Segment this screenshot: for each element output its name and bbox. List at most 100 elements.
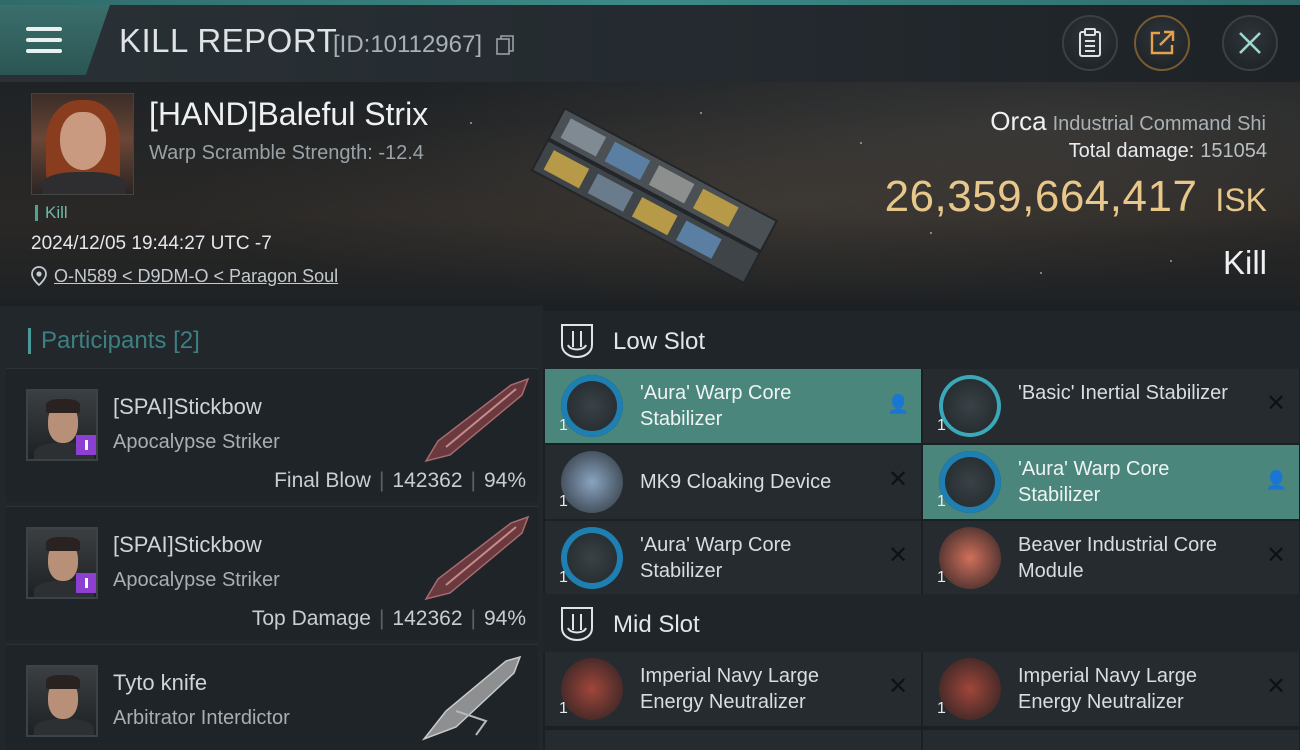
module-item-partial[interactable] bbox=[545, 730, 921, 750]
isk-unit: ISK bbox=[1215, 182, 1267, 218]
star bbox=[470, 122, 472, 124]
module-name: 'Aura' Warp Core Stabilizer bbox=[640, 534, 792, 582]
participant-percent: 94% bbox=[483, 469, 526, 492]
header-bar: KILL REPORT [ID:10112967] bbox=[0, 0, 1300, 82]
module-item-partial[interactable] bbox=[923, 730, 1299, 750]
participant-card[interactable]: [SPAI]Stickbow Apocalypse Striker Final … bbox=[6, 368, 538, 502]
module-name: 'Aura' Warp Core Stabilizer bbox=[640, 382, 792, 430]
participant-role: Top Damage bbox=[251, 607, 371, 630]
energy-neutralizer-icon bbox=[561, 658, 623, 720]
apocalypse-ship-icon bbox=[424, 377, 530, 463]
warp-core-stabilizer-icon bbox=[561, 375, 623, 437]
mid-slot-title: Mid Slot bbox=[613, 611, 700, 638]
participant-ship: Arbitrator Interdictor bbox=[113, 707, 290, 729]
module-quantity: 1 bbox=[937, 569, 946, 586]
module-quantity: 1 bbox=[559, 493, 568, 510]
participant-role: Final Blow bbox=[274, 469, 371, 492]
clipboard-button[interactable] bbox=[1062, 15, 1118, 71]
report-result: Kill bbox=[1222, 244, 1267, 281]
kill-tag: Kill bbox=[35, 204, 68, 221]
location-pin-icon bbox=[31, 266, 47, 286]
menu-button[interactable] bbox=[0, 5, 110, 75]
fitting-panel: Low Slot 1 'Aura' Warp Core Stabilizer 👤… bbox=[543, 306, 1300, 750]
arbitrator-ship-icon bbox=[421, 655, 522, 741]
participant-ship: Apocalypse Striker bbox=[113, 431, 280, 453]
warp-scramble-strength: Warp Scramble Strength: -12.4 bbox=[149, 142, 424, 164]
module-quantity: 1 bbox=[937, 417, 946, 434]
dropped-person-icon: 👤 bbox=[887, 394, 910, 414]
mid-slot-icon bbox=[561, 607, 593, 642]
total-damage-label: Total damage: bbox=[1068, 140, 1195, 162]
orca-ship-icon bbox=[530, 108, 779, 285]
low-slot-header: Low Slot bbox=[543, 311, 1300, 369]
clipboard-icon bbox=[1079, 28, 1101, 57]
dropped-person-icon: 👤 bbox=[1265, 470, 1288, 490]
destroyed-x-icon: ✕ bbox=[1265, 390, 1287, 417]
copy-icon[interactable] bbox=[496, 35, 514, 55]
location-link[interactable]: O-N589 < D9DM-O < Paragon Soul bbox=[54, 266, 338, 287]
participant-name: [SPAI]Stickbow bbox=[113, 394, 262, 419]
participant-stats: Final Blow | 142362 | 94% bbox=[274, 469, 526, 492]
star bbox=[1040, 272, 1042, 274]
module-name: 'Aura' Warp Core Stabilizer bbox=[1018, 458, 1170, 506]
module-name: 'Basic' Inertial Stabilizer bbox=[1018, 382, 1228, 404]
module-quantity: 1 bbox=[559, 569, 568, 586]
ship-class: Industrial Command Shi bbox=[1052, 113, 1266, 135]
module-item[interactable]: 1 'Basic' Inertial Stabilizer ✕ bbox=[923, 369, 1299, 443]
page-title: KILL REPORT bbox=[119, 22, 338, 59]
victim-name[interactable]: [HAND]Baleful Strix bbox=[149, 96, 428, 133]
kill-timestamp: 2024/12/05 19:44:27 UTC -7 bbox=[31, 233, 272, 254]
module-item[interactable]: 1 Imperial Navy Large Energy Neutralizer… bbox=[545, 652, 921, 726]
destroyed-x-icon: ✕ bbox=[1265, 673, 1287, 700]
inertial-stabilizer-icon bbox=[939, 375, 1001, 437]
victim-ship[interactable]: Orca Industrial Command Shi bbox=[866, 106, 1266, 137]
isk-amount: 26,359,664,417 bbox=[884, 172, 1198, 221]
header-accent-line bbox=[0, 0, 1300, 5]
share-button[interactable] bbox=[1134, 15, 1190, 71]
low-slot-icon bbox=[561, 324, 593, 359]
destroyed-x-icon: ✕ bbox=[887, 673, 909, 700]
victim-portrait[interactable] bbox=[31, 93, 134, 195]
energy-neutralizer-icon bbox=[939, 658, 1001, 720]
module-name: Imperial Navy Large Energy Neutralizer bbox=[640, 665, 819, 713]
module-name: Imperial Navy Large Energy Neutralizer bbox=[1018, 665, 1197, 713]
participants-panel: Participants [2] [SPAI]Stickbow Apocalyp… bbox=[0, 306, 543, 750]
star bbox=[1170, 260, 1172, 262]
module-item[interactable]: 1 'Aura' Warp Core Stabilizer 👤 bbox=[545, 369, 921, 443]
mid-slot-header: Mid Slot bbox=[543, 594, 1300, 652]
warp-core-stabilizer-icon bbox=[939, 451, 1001, 513]
share-icon bbox=[1150, 30, 1175, 55]
destroyed-x-icon: ✕ bbox=[887, 466, 909, 493]
menu-icon bbox=[26, 27, 62, 53]
module-quantity: 1 bbox=[937, 493, 946, 510]
participant-card[interactable]: [SPAI]Stickbow Apocalypse Striker Top Da… bbox=[6, 506, 538, 640]
module-item[interactable]: 1 Imperial Navy Large Energy Neutralizer… bbox=[923, 652, 1299, 726]
destroyed-x-icon: ✕ bbox=[887, 542, 909, 569]
module-name: MK9 Cloaking Device bbox=[640, 471, 832, 493]
participant-stats: Top Damage | 142362 | 94% bbox=[251, 607, 526, 630]
isk-value: 26,359,664,417 ISK bbox=[885, 172, 1267, 222]
participant-damage: 142362 bbox=[392, 469, 463, 492]
module-item[interactable]: 1 'Aura' Warp Core Stabilizer 👤 bbox=[923, 445, 1299, 519]
total-damage-value: 151054 bbox=[1200, 140, 1267, 162]
module-item[interactable]: 1 MK9 Cloaking Device ✕ bbox=[545, 445, 921, 519]
avatar bbox=[26, 665, 98, 737]
module-quantity: 1 bbox=[559, 700, 568, 717]
participant-damage: 142362 bbox=[392, 607, 463, 630]
kill-report-id: [ID:10112967] bbox=[333, 31, 483, 58]
star bbox=[930, 232, 932, 234]
star bbox=[860, 142, 862, 144]
participant-name: Tyto knife bbox=[113, 670, 208, 695]
total-damage: Total damage: 151054 bbox=[1069, 140, 1267, 163]
destroyed-x-icon: ✕ bbox=[1265, 542, 1287, 569]
corp-badge-icon bbox=[76, 435, 96, 455]
module-quantity: 1 bbox=[937, 700, 946, 717]
apocalypse-ship-icon bbox=[424, 515, 530, 601]
participant-percent: 94% bbox=[483, 607, 526, 630]
participant-card[interactable]: Tyto knife Arbitrator Interdictor bbox=[6, 644, 538, 750]
participants-count: [2] bbox=[173, 327, 200, 354]
close-button[interactable] bbox=[1222, 15, 1278, 71]
module-item[interactable]: 1 Beaver Industrial Core Module ✕ bbox=[923, 521, 1299, 595]
module-item[interactable]: 1 'Aura' Warp Core Stabilizer ✕ bbox=[545, 521, 921, 595]
industrial-core-icon bbox=[939, 527, 1001, 589]
